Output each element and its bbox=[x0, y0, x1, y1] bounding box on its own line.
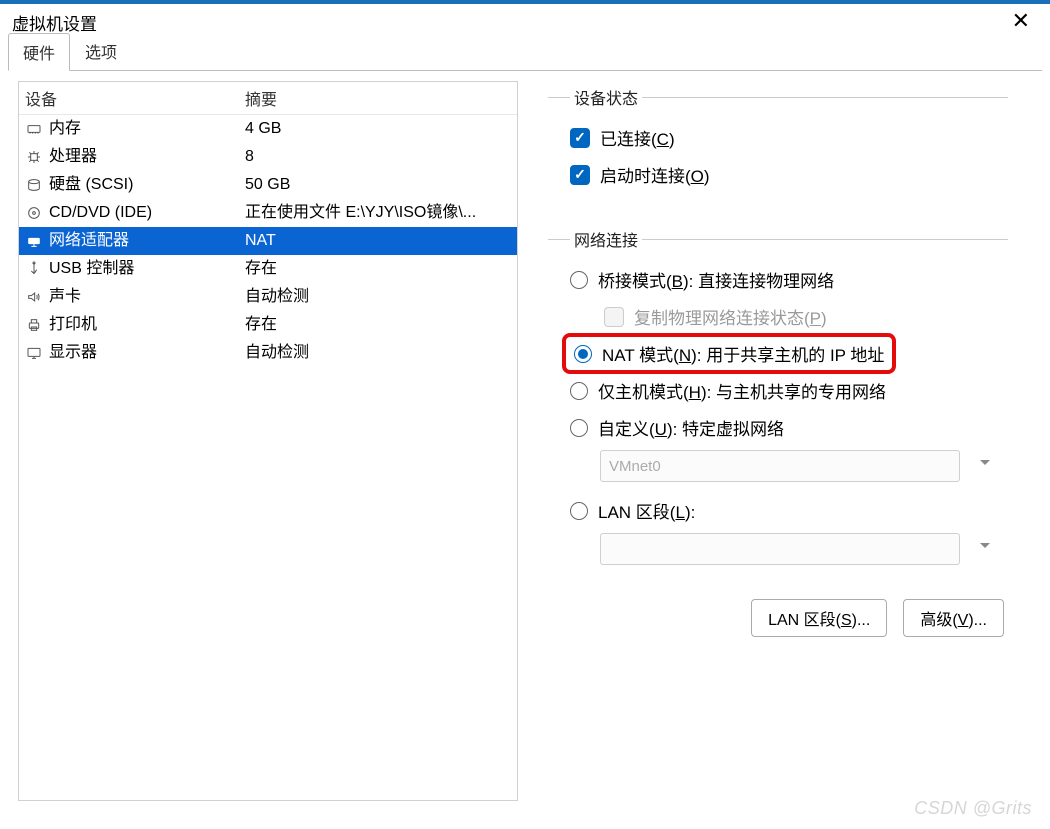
row-label: 显示器 bbox=[49, 341, 97, 365]
tab-strip: 硬件 选项 bbox=[0, 38, 1050, 70]
nat-highlight: NAT 模式(N): 用于共享主机的 IP 地址 bbox=[562, 333, 896, 374]
window-title: 虚拟机设置 bbox=[12, 8, 1004, 35]
device-state-group: 设备状态 已连接(C) 启动时连接(O) bbox=[548, 85, 1008, 209]
row-network[interactable]: 网络适配器 NAT bbox=[19, 227, 517, 255]
lan-segments-button[interactable]: LAN 区段(S)... bbox=[751, 599, 887, 637]
tab-hardware[interactable]: 硬件 bbox=[8, 33, 70, 71]
custom-label: 自定义(U): 特定虚拟网络 bbox=[598, 415, 784, 440]
row-memory[interactable]: 内存 4 GB bbox=[19, 115, 517, 143]
row-cddvd[interactable]: CD/DVD (IDE) 正在使用文件 E:\YJY\ISO镜像\... bbox=[19, 199, 517, 227]
row-summary: NAT bbox=[245, 229, 511, 253]
replicate-label: 复制物理网络连接状态(P) bbox=[634, 304, 827, 329]
row-printer[interactable]: 打印机 存在 bbox=[19, 311, 517, 339]
lan-segment-label: LAN 区段(L): bbox=[598, 498, 695, 523]
nat-radio-row[interactable]: NAT 模式(N): 用于共享主机的 IP 地址 bbox=[574, 341, 884, 366]
button-row: LAN 区段(S)... 高级(V)... bbox=[548, 599, 1020, 637]
disc-icon bbox=[25, 204, 43, 222]
table-header: 设备 摘要 bbox=[19, 82, 517, 115]
row-label: 处理器 bbox=[49, 145, 97, 169]
checkbox-icon bbox=[570, 128, 590, 148]
memory-icon bbox=[25, 120, 43, 138]
hardware-list: 设备 摘要 内存 4 GB 处理器 8 硬盘 (SCSI) 50 GB CD/D… bbox=[18, 81, 518, 801]
checkbox-icon bbox=[604, 307, 624, 327]
bridged-label: 桥接模式(B): 直接连接物理网络 bbox=[598, 267, 834, 292]
hostonly-radio-row[interactable]: 仅主机模式(H): 与主机共享的专用网络 bbox=[570, 372, 1002, 409]
row-summary: 50 GB bbox=[245, 173, 511, 197]
row-display[interactable]: 显示器 自动检测 bbox=[19, 339, 517, 367]
printer-icon bbox=[25, 316, 43, 334]
row-summary: 正在使用文件 E:\YJY\ISO镜像\... bbox=[245, 201, 511, 225]
advanced-button[interactable]: 高级(V)... bbox=[903, 599, 1004, 637]
device-state-legend: 设备状态 bbox=[570, 85, 642, 109]
connected-label: 已连接(C) bbox=[600, 125, 675, 150]
row-label: USB 控制器 bbox=[49, 257, 134, 281]
row-summary: 4 GB bbox=[245, 117, 511, 141]
vmnet-select: VMnet0 bbox=[600, 450, 960, 482]
title-bar: 虚拟机设置 ✕ bbox=[0, 0, 1050, 38]
settings-panel: 设备状态 已连接(C) 启动时连接(O) 网络连接 桥接模式(B): 直接连接物… bbox=[548, 81, 1040, 801]
row-label: 网络适配器 bbox=[49, 229, 129, 253]
row-label: CD/DVD (IDE) bbox=[49, 201, 152, 225]
custom-radio-row[interactable]: 自定义(U): 特定虚拟网络 bbox=[570, 409, 1002, 446]
hostonly-label: 仅主机模式(H): 与主机共享的专用网络 bbox=[598, 378, 886, 403]
row-label: 声卡 bbox=[49, 285, 81, 309]
radio-icon bbox=[570, 419, 588, 437]
row-summary: 自动检测 bbox=[245, 341, 511, 365]
row-summary: 自动检测 bbox=[245, 285, 511, 309]
row-summary: 8 bbox=[245, 145, 511, 169]
network-icon bbox=[25, 232, 43, 250]
network-connection-legend: 网络连接 bbox=[570, 227, 642, 251]
display-icon bbox=[25, 344, 43, 362]
connect-at-poweron-row[interactable]: 启动时连接(O) bbox=[570, 156, 1002, 193]
col-summary: 摘要 bbox=[245, 86, 511, 110]
row-cpu[interactable]: 处理器 8 bbox=[19, 143, 517, 171]
row-sound[interactable]: 声卡 自动检测 bbox=[19, 283, 517, 311]
row-summary: 存在 bbox=[245, 257, 511, 281]
bridged-radio-row[interactable]: 桥接模式(B): 直接连接物理网络 bbox=[570, 261, 1002, 298]
sound-icon bbox=[25, 288, 43, 306]
lan-segment-combo-wrap bbox=[570, 529, 1002, 565]
row-label: 打印机 bbox=[49, 313, 97, 337]
poweron-label: 启动时连接(O) bbox=[600, 162, 710, 187]
replicate-state-row: 复制物理网络连接状态(P) bbox=[570, 298, 1002, 335]
lan-segment-select bbox=[600, 533, 960, 565]
connected-checkbox-row[interactable]: 已连接(C) bbox=[570, 119, 1002, 156]
checkbox-icon bbox=[570, 165, 590, 185]
row-hdd[interactable]: 硬盘 (SCSI) 50 GB bbox=[19, 171, 517, 199]
cpu-icon bbox=[25, 148, 43, 166]
usb-icon bbox=[25, 260, 43, 278]
radio-icon bbox=[570, 271, 588, 289]
radio-icon bbox=[570, 382, 588, 400]
tab-options[interactable]: 选项 bbox=[70, 32, 132, 70]
network-connection-group: 网络连接 桥接模式(B): 直接连接物理网络 复制物理网络连接状态(P) NAT… bbox=[548, 227, 1008, 581]
row-label: 硬盘 (SCSI) bbox=[49, 173, 133, 197]
row-label: 内存 bbox=[49, 117, 81, 141]
hdd-icon bbox=[25, 176, 43, 194]
lan-segment-radio-row[interactable]: LAN 区段(L): bbox=[570, 492, 1002, 529]
radio-icon bbox=[570, 502, 588, 520]
col-device: 设备 bbox=[25, 86, 245, 110]
radio-icon bbox=[574, 345, 592, 363]
row-summary: 存在 bbox=[245, 313, 511, 337]
close-icon[interactable]: ✕ bbox=[1004, 8, 1038, 34]
row-usb[interactable]: USB 控制器 存在 bbox=[19, 255, 517, 283]
nat-label: NAT 模式(N): 用于共享主机的 IP 地址 bbox=[602, 341, 884, 366]
vmnet-combo-wrap: VMnet0 bbox=[570, 446, 1002, 482]
